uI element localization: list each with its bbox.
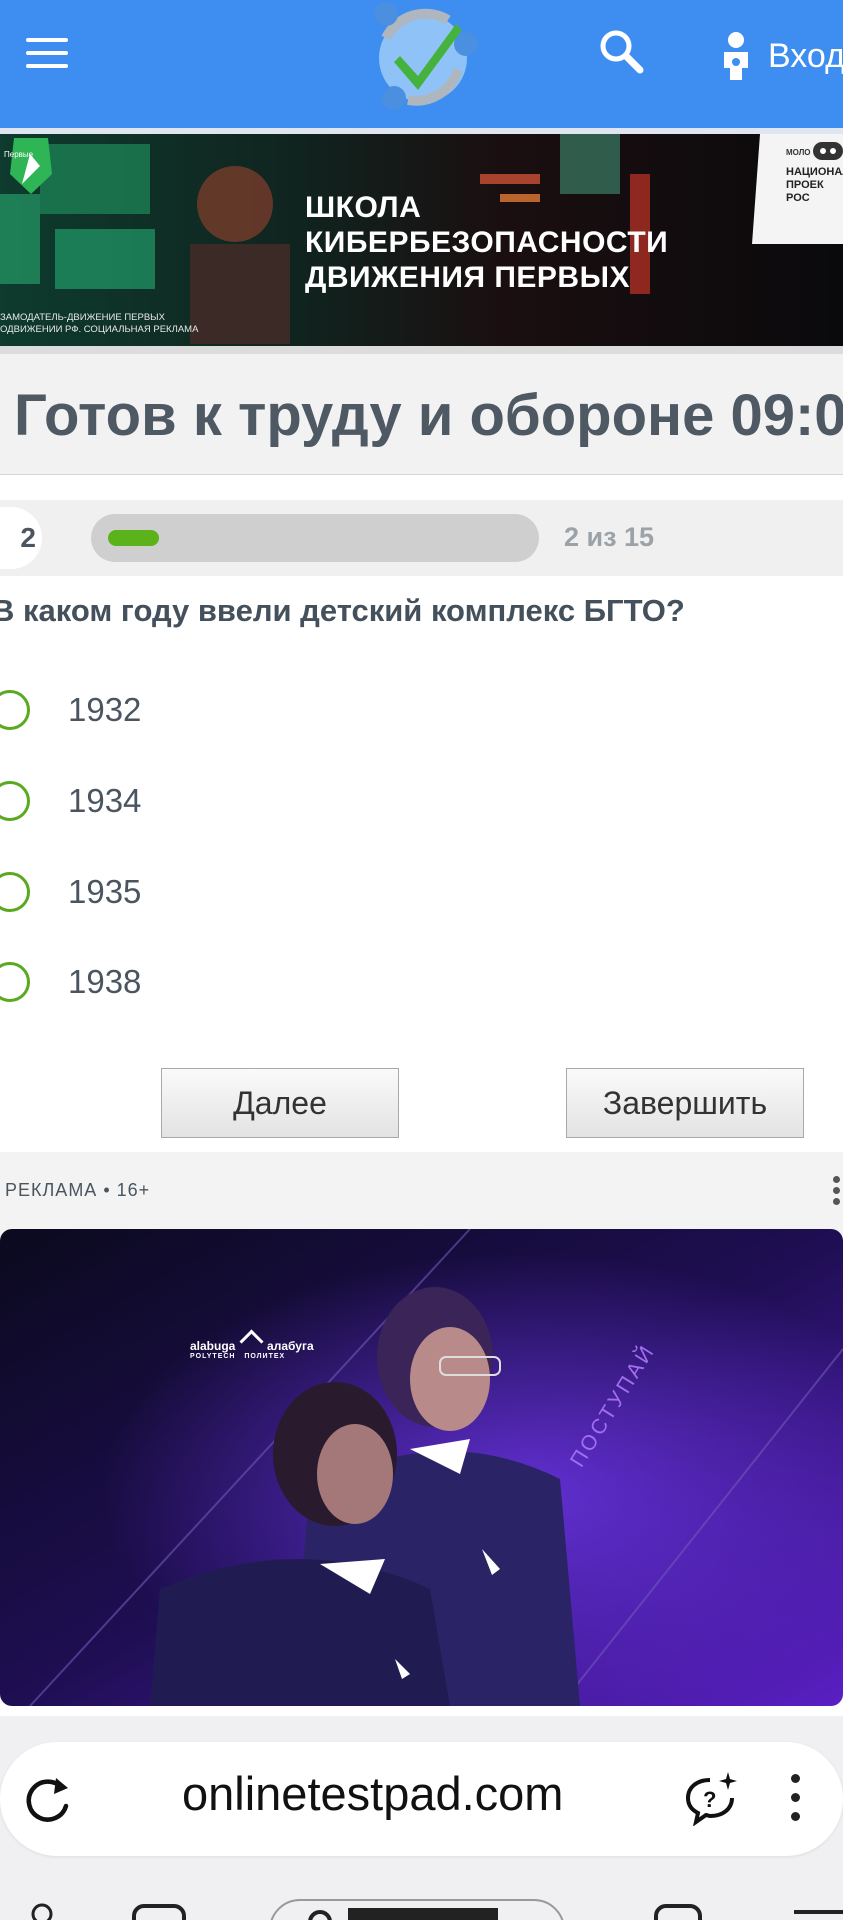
more-vertical-icon[interactable] — [788, 1774, 802, 1824]
test-header: Готов к труду и обороне 09:09 — [0, 354, 843, 475]
question-text: В каком году ввели детский комплекс БГТО… — [0, 593, 685, 628]
top-bar: Вход — [0, 0, 843, 128]
answer-option[interactable]: 1935 — [0, 862, 390, 922]
bottom-nav-tab-switcher-icon[interactable] — [650, 1898, 710, 1920]
person-key-icon — [724, 32, 748, 80]
banner-title-line: КИБЕРБЕЗОПАСНОСТИ — [305, 226, 669, 259]
ad-brand-mark-icon — [239, 1329, 264, 1354]
ad-illustration — [0, 1229, 843, 1706]
section-gap — [0, 346, 843, 354]
bottom-nav-ai-pill[interactable] — [268, 1898, 568, 1920]
answer-label: 1934 — [68, 782, 142, 819]
bottom-nav-home-icon[interactable] — [18, 1898, 58, 1920]
bottom-nav-tabs-icon[interactable] — [130, 1898, 190, 1920]
answer-label: 1932 — [68, 691, 142, 728]
banner-legal-text: ЗАМОДАТЕЛЬ-ДВИЖЕНИЕ ПЕРВЫХ ОДВИЖЕНИИ РФ.… — [0, 312, 198, 336]
banner-legal-line: ОДВИЖЕНИИ РФ. СОЦИАЛЬНАЯ РЕКЛАМА — [0, 324, 199, 335]
banner-legal-line: ЗАМОДАТЕЛЬ-ДВИЖЕНИЕ ПЕРВЫХ — [0, 312, 165, 323]
ad-brand-ru: алабуга — [267, 1339, 314, 1353]
ad-brand-sub-en: POLYTECH — [190, 1353, 236, 1360]
address-bar[interactable]: onlinetestpad.com ? — [0, 1742, 843, 1856]
ad-brand: alabuga алабуга POLYTECH ПОЛИТЕХ — [190, 1329, 314, 1360]
question-number: 2 — [0, 507, 42, 569]
ad-image[interactable]: alabuga алабуга POLYTECH ПОЛИТЕХ ПОСТУПА… — [0, 1229, 843, 1706]
next-button[interactable]: Далее — [161, 1068, 399, 1138]
test-title: Готов к труду и обороне 09:09 — [14, 383, 843, 448]
ad-options-icon[interactable] — [828, 1172, 843, 1218]
answer-option[interactable]: 1932 — [0, 680, 390, 740]
progress-track — [91, 514, 539, 562]
banner-title-line: ДВИЖЕНИЯ ПЕРВЫХ — [305, 261, 630, 294]
assistant-sparkle-icon[interactable]: ? — [684, 1770, 740, 1826]
bottom-nav-menu-icon[interactable] — [786, 1898, 843, 1920]
radio-button[interactable] — [0, 690, 30, 730]
login-button[interactable]: Вход — [718, 28, 843, 84]
progress-count: 2 из 15 — [564, 522, 655, 552]
ad-brand-en: alabuga — [190, 1339, 236, 1353]
svg-text:?: ? — [703, 1787, 716, 1812]
finish-button[interactable]: Завершить — [566, 1068, 804, 1138]
answer-option[interactable]: 1934 — [0, 771, 390, 831]
hamburger-icon[interactable] — [26, 38, 68, 72]
url-text[interactable]: onlinetestpad.com — [182, 1766, 563, 1821]
radio-button[interactable] — [0, 962, 30, 1002]
reload-icon[interactable] — [22, 1772, 74, 1826]
answer-label: 1938 — [68, 963, 142, 1000]
progress-section: 2 2 из 15 — [0, 500, 843, 576]
ad-label: РЕКЛАМА • 16+ — [5, 1180, 151, 1200]
ad-brand-sub-ru: ПОЛИТЕХ — [244, 1353, 286, 1360]
radio-button[interactable] — [0, 781, 30, 821]
site-logo[interactable] — [358, 0, 488, 118]
answer-label: 1935 — [68, 873, 142, 910]
progress-fill — [108, 530, 159, 546]
radio-button[interactable] — [0, 872, 30, 912]
promo-banner[interactable]: Первые ШКОЛА КИБЕРБЕЗОПАСНОСТИ ДВИЖЕНИЯ … — [0, 134, 843, 346]
answer-option[interactable]: 1938 — [0, 952, 390, 1012]
banner-badge-text: Первые — [4, 150, 34, 159]
banner-options-button[interactable] — [813, 142, 843, 160]
partner-small-text: МОЛО — [786, 148, 811, 157]
login-label: Вход — [768, 36, 843, 75]
search-icon[interactable] — [596, 26, 646, 76]
banner-title: ШКОЛА КИБЕРБЕЗОПАСНОСТИ ДВИЖЕНИЯ ПЕРВЫХ — [305, 190, 668, 295]
partner-logo-text: НАЦИОНАЛЬНЫ ПРОЕК РОС — [786, 166, 843, 204]
banner-title-line: ШКОЛА — [305, 191, 422, 224]
